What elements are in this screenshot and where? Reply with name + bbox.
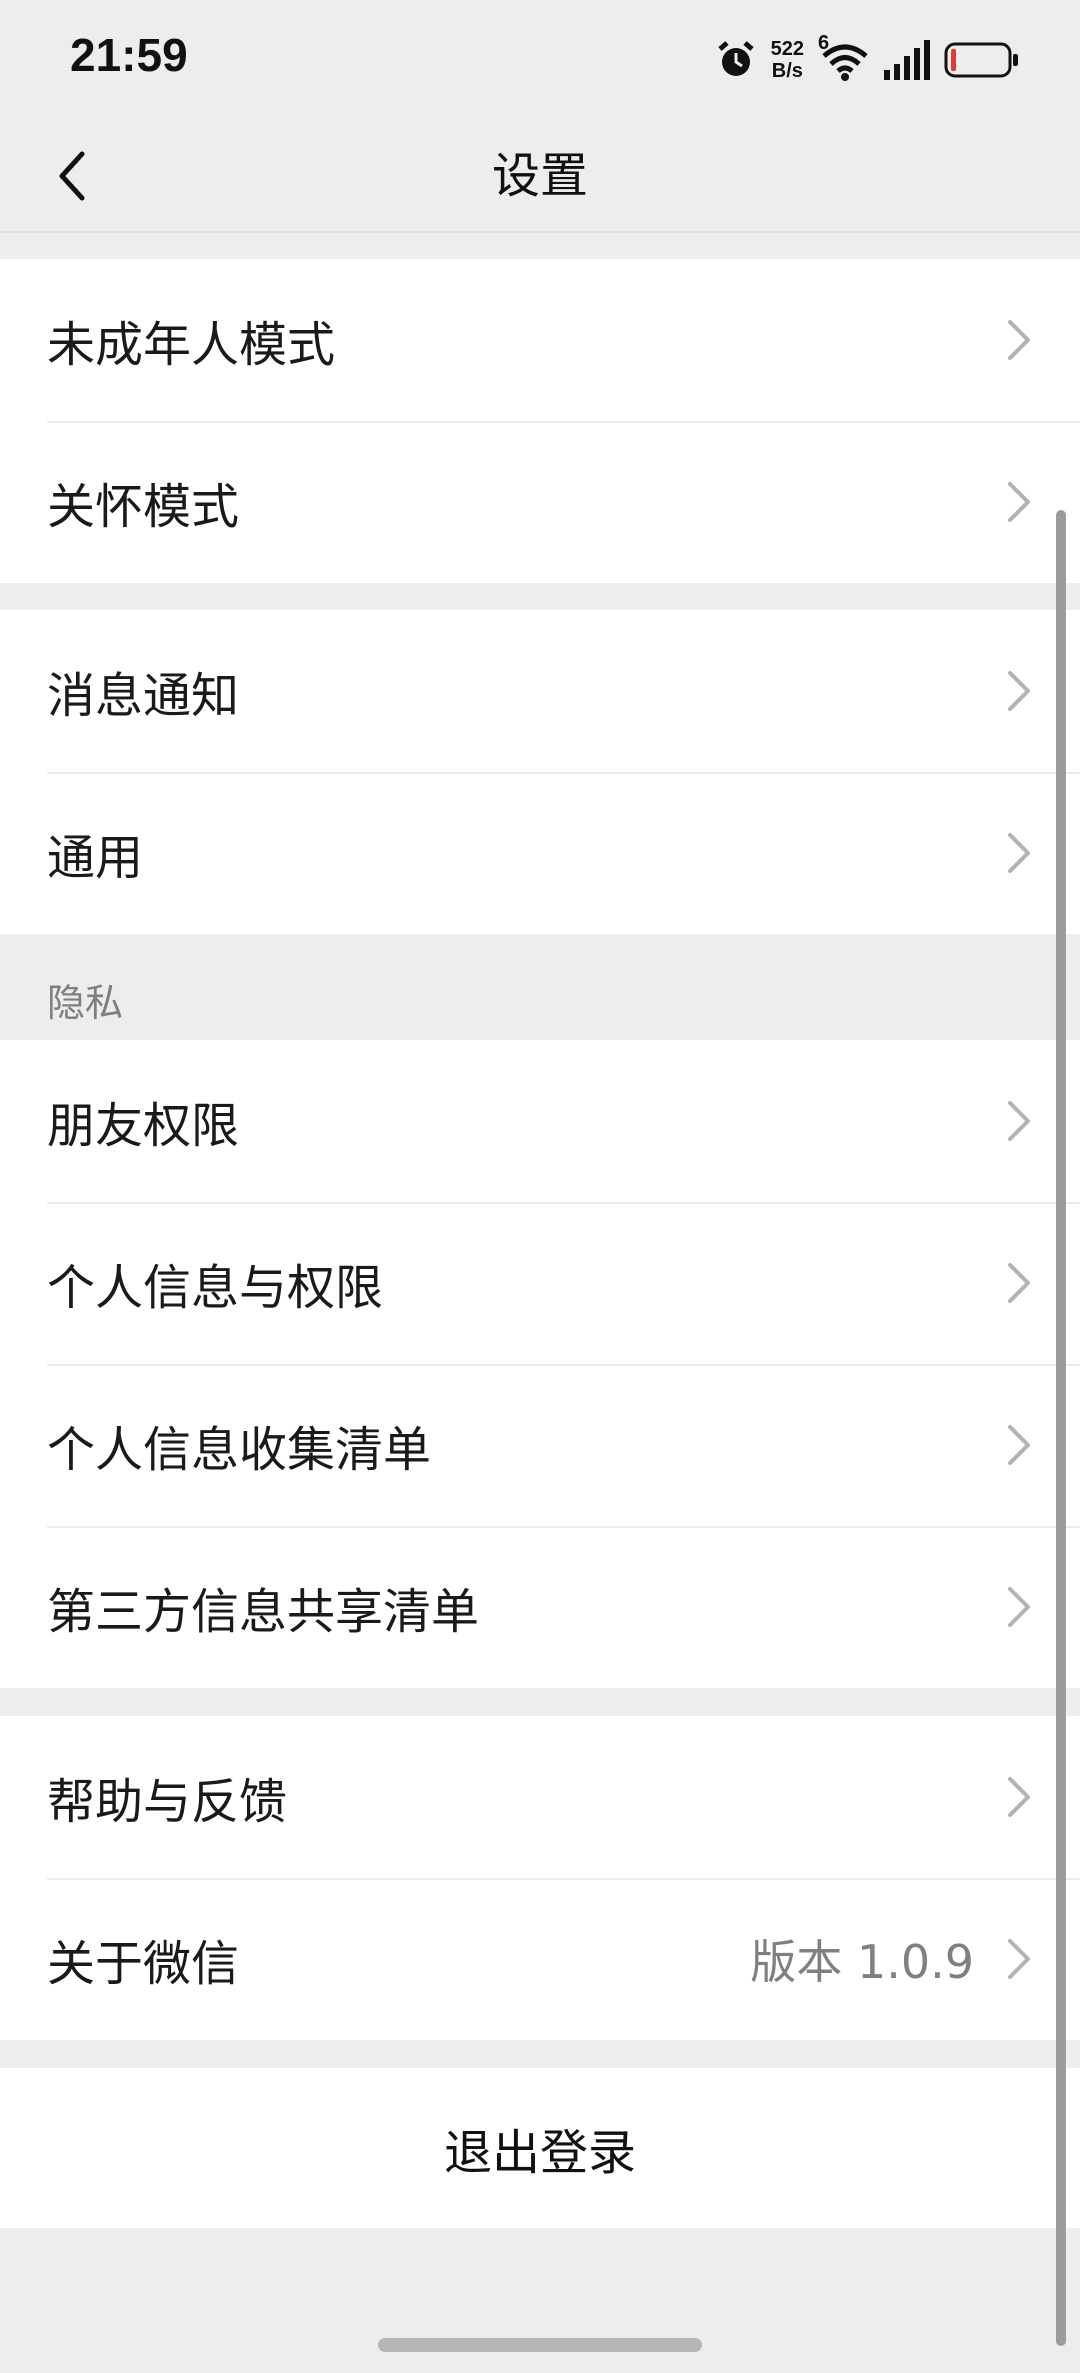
settings-group-privacy: 朋友权限 个人信息与权限 个人信息收集清单 第三方信息共享清单 [0, 1040, 1080, 1688]
logout-button[interactable]: 退出登录 [0, 2068, 1080, 2228]
chevron-right-icon [1008, 833, 1030, 873]
settings-item-label: 帮助与反馈 [47, 1774, 288, 1830]
chevron-right-icon [1008, 482, 1030, 522]
network-type-label: 6 [818, 32, 830, 54]
net-speed-unit: B/s [771, 60, 803, 82]
page-title: 设置 [491, 148, 588, 204]
status-time: 21:59 [70, 29, 188, 81]
settings-item-label: 个人信息收集清单 [47, 1422, 432, 1478]
settings-item-label: 朋友权限 [47, 1098, 240, 1154]
settings-item-label: 未成年人模式 [47, 317, 336, 373]
net-speed: 522 B/s [771, 38, 804, 82]
settings-item-notifications[interactable]: 消息通知 [0, 610, 1080, 772]
battery-icon [944, 42, 1018, 78]
settings-item-general[interactable]: 通用 [0, 772, 1080, 934]
settings-item-label: 通用 [47, 830, 144, 886]
settings-item-third-party-sharing-list[interactable]: 第三方信息共享清单 [0, 1526, 1080, 1688]
chevron-right-icon [1008, 1263, 1030, 1303]
nav-bar: 设置 [0, 120, 1080, 232]
status-icons: 522 B/s 6 [715, 30, 1020, 90]
header-divider [0, 231, 1080, 233]
settings-group-about: 帮助与反馈 关于微信 版本 1.0.9 [0, 1716, 1080, 2040]
settings-item-label: 关于微信 [47, 1936, 240, 1992]
home-indicator[interactable] [378, 2338, 702, 2352]
settings-item-minor-mode[interactable]: 未成年人模式 [0, 259, 1080, 421]
settings-item-label: 第三方信息共享清单 [47, 1584, 480, 1640]
settings-item-personal-info-permissions[interactable]: 个人信息与权限 [0, 1202, 1080, 1364]
alarm-icon [717, 41, 754, 76]
chevron-right-icon [1008, 1777, 1030, 1817]
signal-icon [884, 40, 930, 80]
settings-item-help-feedback[interactable]: 帮助与反馈 [0, 1716, 1080, 1878]
settings-item-label: 关怀模式 [47, 479, 240, 535]
settings-item-info-collection-list[interactable]: 个人信息收集清单 [0, 1364, 1080, 1526]
settings-item-care-mode[interactable]: 关怀模式 [0, 421, 1080, 583]
chevron-right-icon [1008, 671, 1030, 711]
logout-label: 退出登录 [443, 2125, 636, 2181]
settings-item-about-wechat[interactable]: 关于微信 版本 1.0.9 [0, 1878, 1080, 2040]
settings-group-general: 消息通知 通用 [0, 610, 1080, 934]
status-bar: 21:59 522 B/s 6 [0, 0, 1080, 120]
settings-item-label: 个人信息与权限 [47, 1260, 384, 1316]
scrollbar[interactable] [1056, 510, 1066, 2346]
version-value: 版本 1.0.9 [750, 1935, 974, 1989]
net-speed-value: 522 [770, 38, 804, 60]
chevron-right-icon [1008, 1101, 1030, 1141]
settings-item-friend-permissions[interactable]: 朋友权限 [0, 1040, 1080, 1202]
chevron-right-icon [1008, 320, 1030, 360]
settings-item-label: 消息通知 [47, 668, 240, 724]
settings-group-mode: 未成年人模式 关怀模式 [0, 259, 1080, 583]
chevron-right-icon [1008, 1425, 1030, 1465]
chevron-right-icon [1008, 1587, 1030, 1627]
chevron-right-icon [1008, 1939, 1030, 1979]
section-header-privacy: 隐私 [47, 981, 124, 1025]
wifi-icon: 6 [818, 32, 868, 82]
